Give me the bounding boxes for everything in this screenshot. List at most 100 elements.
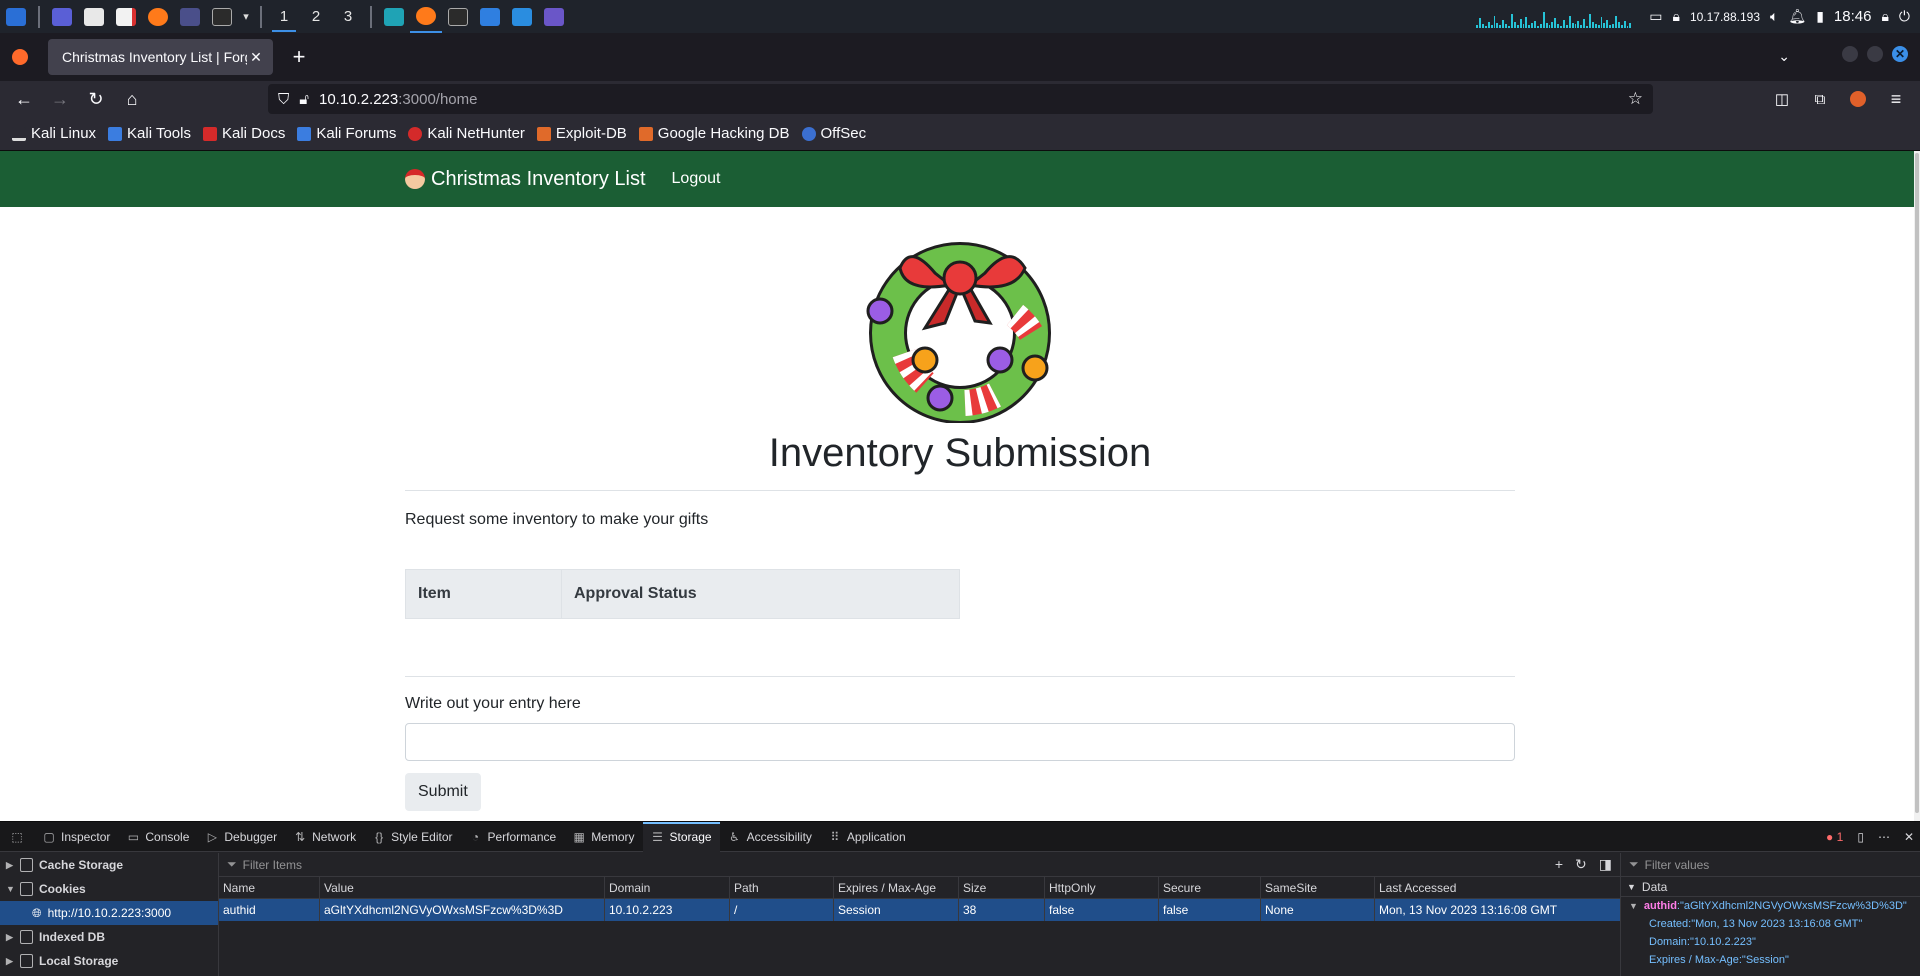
filter-values-input[interactable]: ⏷ Filter values: [1621, 853, 1920, 877]
bookmark-kali-forums[interactable]: Kali Forums: [297, 125, 396, 142]
browser-tab-active[interactable]: Christmas Inventory List | Forge ✕: [48, 39, 273, 75]
url-bar[interactable]: ⛉ 🔓︎ 10.10.2.223:3000/home ☆: [268, 84, 1653, 114]
column-header[interactable]: SameSite: [1261, 877, 1375, 898]
cookie-value[interactable]: aGltYXdhcml2NGVyOWxsMSFzcw%3D%3D: [320, 899, 605, 921]
entry-input[interactable]: [405, 723, 1515, 761]
pocket-icon[interactable]: ◫: [1764, 84, 1800, 114]
column-header[interactable]: Path: [730, 877, 834, 898]
power-icon[interactable]: ⏻: [1899, 8, 1910, 25]
tab-storage[interactable]: ☰ Storage: [642, 821, 720, 852]
folder-window-icon[interactable]: [474, 0, 506, 33]
workspace-1[interactable]: 1: [268, 0, 300, 33]
submit-button[interactable]: Submit: [405, 773, 481, 811]
site-brand[interactable]: Christmas Inventory List: [405, 168, 646, 191]
filter-items-input[interactable]: ⏷ Filter Items: [219, 853, 1620, 877]
bookmark-offsec[interactable]: OffSec: [801, 125, 866, 142]
tree-cookies[interactable]: ▼ Cookies: [0, 877, 218, 901]
error-count-badge[interactable]: ● 1: [1826, 830, 1843, 844]
back-button[interactable]: ←: [6, 84, 42, 114]
tree-local-storage[interactable]: ▶ Local Storage: [0, 949, 218, 973]
terminal-window-icon[interactable]: [442, 0, 474, 33]
tab-memory[interactable]: ▦ Memory: [564, 822, 642, 852]
app-window-icon[interactable]: [378, 0, 410, 33]
file-manager-icon[interactable]: [78, 0, 110, 33]
tab-performance[interactable]: ◔ Performance: [460, 822, 564, 852]
bookmark-kali-docs[interactable]: Kali Docs: [202, 125, 285, 142]
tab-accessibility[interactable]: ♿︎ Accessibility: [720, 822, 820, 852]
screenshot-window-icon[interactable]: [538, 0, 570, 33]
bookmark-kali-linux[interactable]: Kali Linux: [12, 125, 96, 142]
new-tab-button[interactable]: +: [281, 44, 317, 70]
refresh-icon[interactable]: ↻: [1575, 856, 1587, 873]
tab-application[interactable]: ⠿ Application: [820, 822, 914, 852]
screenshot-icon[interactable]: [174, 0, 206, 33]
responsive-design-icon[interactable]: ▯: [1857, 830, 1864, 844]
shield-icon[interactable]: ⛉: [278, 91, 289, 108]
bookmark-star-icon[interactable]: ☆: [1628, 89, 1643, 109]
home-button[interactable]: ⌂: [114, 84, 150, 114]
cookie-name[interactable]: authid: [219, 899, 320, 921]
logout-link[interactable]: Logout: [672, 170, 721, 188]
column-header[interactable]: Domain: [605, 877, 730, 898]
page-scrollbar[interactable]: [1914, 151, 1920, 821]
tab-debugger[interactable]: ▷ Debugger: [197, 822, 285, 852]
show-desktop-icon[interactable]: [46, 0, 78, 33]
extensions-icon[interactable]: ⧉: [1802, 84, 1838, 114]
more-options-icon[interactable]: ⋯: [1878, 830, 1890, 844]
notification-icon[interactable]: 🔔︎: [1788, 8, 1806, 25]
text-editor-icon[interactable]: [110, 0, 142, 33]
vpn-icon[interactable]: 🔒︎: [1672, 8, 1679, 25]
forward-button[interactable]: →: [42, 84, 78, 114]
table-row[interactable]: authid aGltYXdhcml2NGVyOWxsMSFzcw%3D%3D …: [219, 899, 1620, 921]
column-header[interactable]: Size: [959, 877, 1045, 898]
kali-menu-icon[interactable]: [0, 0, 32, 33]
workspace-3[interactable]: 3: [332, 0, 364, 33]
cookie-expires[interactable]: Session: [834, 899, 959, 921]
clock[interactable]: 18:46: [1834, 8, 1872, 25]
data-main-entry[interactable]: ▼ authid:"aGltYXdhcml2NGVyOWxsMSFzcw%3D%3…: [1621, 897, 1920, 915]
battery-icon[interactable]: ▮: [1816, 8, 1824, 25]
volume-icon[interactable]: 🔈︎: [1770, 8, 1778, 25]
foxyproxy-icon[interactable]: [1840, 84, 1876, 114]
app-menu-icon[interactable]: ≡: [1878, 84, 1914, 114]
cookie-secure[interactable]: false: [1159, 899, 1261, 921]
toggle-sidebar-icon[interactable]: ◨: [1599, 856, 1612, 873]
close-window-button[interactable]: ✕: [1892, 46, 1908, 62]
reload-button[interactable]: ↻: [78, 84, 114, 114]
tab-network[interactable]: ⇅ Network: [285, 822, 364, 852]
add-item-icon[interactable]: +: [1555, 856, 1563, 873]
close-devtools-icon[interactable]: ✕: [1904, 830, 1914, 844]
workspace-2[interactable]: 2: [300, 0, 332, 33]
tree-cache-storage[interactable]: ▶ Cache Storage: [0, 853, 218, 877]
firefox-launcher-icon[interactable]: [142, 0, 174, 33]
bookmark-kali-nethunter[interactable]: Kali NetHunter: [408, 125, 525, 142]
column-header[interactable]: Value: [320, 877, 605, 898]
tree-cookie-origin[interactable]: 🌐︎ http://10.10.2.223:3000: [0, 901, 218, 925]
list-all-tabs-icon[interactable]: ⌄: [1778, 48, 1790, 65]
tab-inspector[interactable]: ▢ Inspector: [34, 822, 118, 852]
lock-icon[interactable]: 🔒︎: [1881, 8, 1888, 25]
chevron-down-icon[interactable]: ▾: [238, 0, 254, 33]
tree-indexed-db[interactable]: ▶ Indexed DB: [0, 925, 218, 949]
terminal-launcher-icon[interactable]: [206, 0, 238, 33]
bookmark-kali-tools[interactable]: Kali Tools: [108, 125, 191, 142]
cookie-httponly[interactable]: false: [1045, 899, 1159, 921]
cookie-samesite[interactable]: None: [1261, 899, 1375, 921]
screen-icon[interactable]: ▭: [1649, 8, 1662, 25]
column-header[interactable]: Secure: [1159, 877, 1261, 898]
tab-close-icon[interactable]: ✕: [247, 49, 265, 66]
column-header[interactable]: Expires / Max-Age: [834, 877, 959, 898]
minimize-button[interactable]: [1842, 46, 1858, 62]
element-picker-icon[interactable]: ⬚: [0, 822, 34, 852]
scrollbar-thumb[interactable]: [1915, 153, 1919, 813]
cookie-path[interactable]: /: [730, 899, 834, 921]
column-header[interactable]: HttpOnly: [1045, 877, 1159, 898]
tab-console[interactable]: ▭ Console: [118, 822, 197, 852]
firefox-window-icon[interactable]: [410, 0, 442, 33]
bookmark-exploit-db[interactable]: Exploit-DB: [536, 125, 627, 142]
tab-style-editor[interactable]: {} Style Editor: [364, 822, 460, 852]
lock-icon[interactable]: 🔓︎: [299, 91, 309, 108]
column-header[interactable]: Name: [219, 877, 320, 898]
vscode-window-icon[interactable]: [506, 0, 538, 33]
firefox-view-icon[interactable]: [0, 49, 40, 65]
